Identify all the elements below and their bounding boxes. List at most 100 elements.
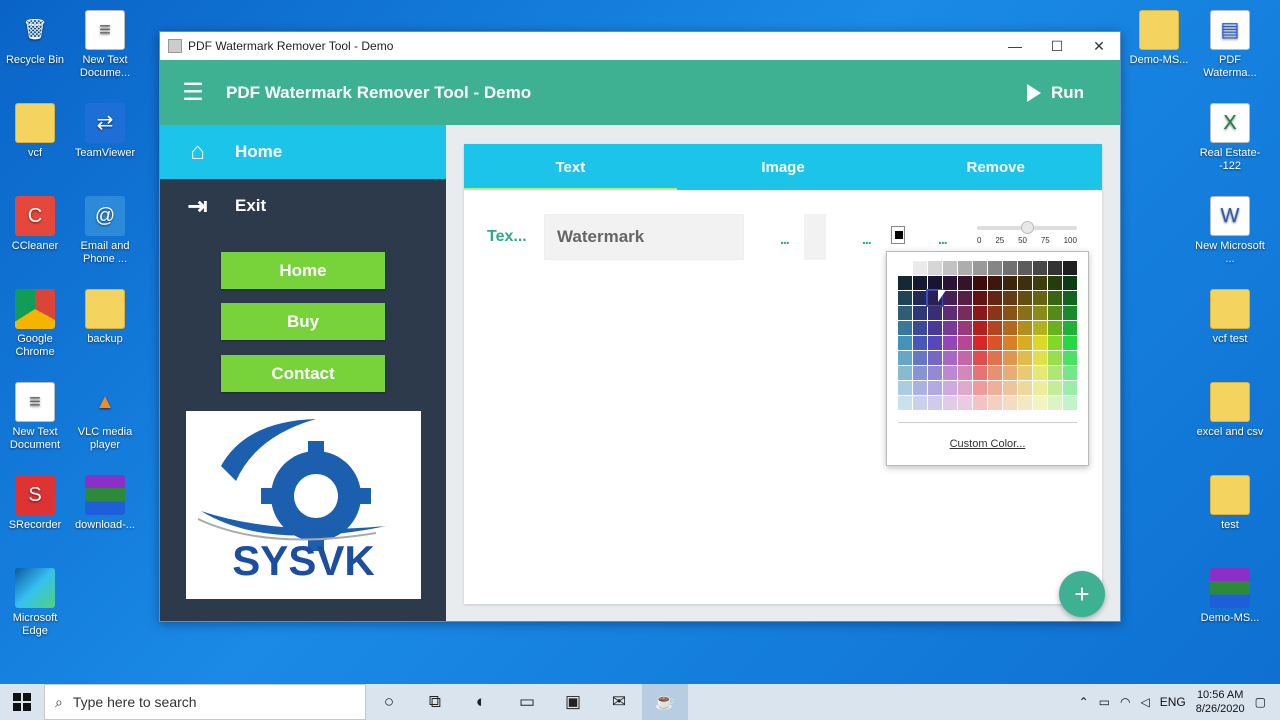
desktop-icon-srecorder[interactable]: S SRecorder: [0, 475, 70, 532]
color-swatch-cell[interactable]: [1018, 276, 1032, 290]
color-swatch-cell[interactable]: [1033, 306, 1047, 320]
color-swatch-cell[interactable]: [1003, 306, 1017, 320]
color-swatch-cell[interactable]: [1033, 321, 1047, 335]
color-swatch-cell[interactable]: [913, 336, 927, 350]
color-swatch-cell[interactable]: [898, 261, 912, 275]
mail-icon[interactable]: ✉: [596, 684, 642, 720]
color-swatch-cell[interactable]: [988, 366, 1002, 380]
color-swatch-cell[interactable]: [928, 396, 942, 410]
desktop-icon-real-estate[interactable]: X Real Estate--122: [1195, 103, 1265, 173]
color-swatch-cell[interactable]: [973, 306, 987, 320]
color-swatch-cell[interactable]: [898, 321, 912, 335]
file-explorer-icon[interactable]: ▭: [504, 684, 550, 720]
color-swatch-cell[interactable]: [898, 306, 912, 320]
color-swatch-cell[interactable]: [913, 366, 927, 380]
desktop-icon-vcf-test[interactable]: vcf test: [1195, 289, 1265, 346]
java-app-taskbar-icon[interactable]: ☕: [642, 684, 688, 720]
color-swatch-cell[interactable]: [1018, 261, 1032, 275]
color-swatch-cell[interactable]: [1018, 381, 1032, 395]
close-button[interactable]: ✕: [1078, 32, 1120, 60]
desktop-icon-pdf-watermark[interactable]: ▤ PDF Waterma...: [1195, 10, 1265, 80]
color-swatch-cell[interactable]: [988, 381, 1002, 395]
desktop-icon-demo-ms-folder[interactable]: Demo-MS...: [1124, 10, 1194, 67]
color-swatch-cell[interactable]: [943, 366, 957, 380]
color-swatch-cell[interactable]: [958, 291, 972, 305]
color-swatch-cell[interactable]: [943, 306, 957, 320]
color-swatch-cell[interactable]: [898, 366, 912, 380]
color-swatch-cell[interactable]: [943, 396, 957, 410]
color-swatch-cell[interactable]: [943, 276, 957, 290]
color-swatch-cell[interactable]: [898, 276, 912, 290]
color-swatch-cell[interactable]: [913, 306, 927, 320]
color-swatch-cell[interactable]: [1003, 351, 1017, 365]
desktop-icon-recycle-bin[interactable]: 🗑 Recycle Bin: [0, 10, 70, 67]
tab-remove[interactable]: Remove: [889, 144, 1102, 190]
color-swatch-cell[interactable]: [973, 321, 987, 335]
color-swatch-cell[interactable]: [1048, 396, 1062, 410]
color-swatch-cell[interactable]: [1063, 336, 1077, 350]
color-swatch-cell[interactable]: [1048, 306, 1062, 320]
color-swatch-cell[interactable]: [973, 366, 987, 380]
color-swatch-cell[interactable]: [1048, 291, 1062, 305]
language-indicator[interactable]: ENG: [1160, 695, 1186, 709]
desktop-icon-excel-csv[interactable]: excel and csv: [1195, 382, 1265, 439]
color-swatch-cell[interactable]: [913, 351, 927, 365]
color-swatch-cell[interactable]: [943, 321, 957, 335]
color-swatch-cell[interactable]: [913, 396, 927, 410]
desktop-icon-vlc[interactable]: ▲ VLC media player: [70, 382, 140, 452]
color-swatch-cell[interactable]: [1018, 336, 1032, 350]
color-swatch-cell[interactable]: [1003, 321, 1017, 335]
color-swatch-cell[interactable]: [928, 306, 942, 320]
color-swatch-cell[interactable]: [913, 321, 927, 335]
color-swatch-cell[interactable]: [958, 351, 972, 365]
color-swatch-cell[interactable]: [1033, 261, 1047, 275]
color-swatch-cell[interactable]: [1018, 321, 1032, 335]
color-swatch-cell[interactable]: [913, 291, 927, 305]
color-swatch-cell[interactable]: [898, 336, 912, 350]
desktop-icon-demo-ms-rar[interactable]: Demo-MS...: [1195, 568, 1265, 625]
minimize-button[interactable]: —: [994, 32, 1036, 60]
color-swatch-cell[interactable]: [1018, 306, 1032, 320]
speaker-icon[interactable]: ◁: [1140, 695, 1149, 709]
desktop-icon-chrome[interactable]: Google Chrome: [0, 289, 70, 359]
color-swatch-cell[interactable]: [1063, 291, 1077, 305]
desktop-icon-email-phone[interactable]: @ Email and Phone ...: [70, 196, 140, 266]
window-titlebar[interactable]: PDF Watermark Remover Tool - Demo — ☐ ✕: [160, 32, 1120, 60]
custom-color-link[interactable]: Custom Color...: [887, 438, 1088, 450]
notifications-icon[interactable]: ▢: [1255, 695, 1266, 709]
desktop-icon-download[interactable]: download-...: [70, 475, 140, 532]
chevron-up-icon[interactable]: ⌃: [1079, 695, 1089, 709]
font-preview-box[interactable]: [804, 214, 826, 260]
color-swatch-cell[interactable]: [1033, 351, 1047, 365]
style-options-button[interactable]: ...: [862, 231, 872, 247]
tab-image[interactable]: Image: [677, 144, 890, 190]
color-swatch-cell[interactable]: [973, 351, 987, 365]
color-swatch-cell[interactable]: [973, 291, 987, 305]
sidebar-item-exit[interactable]: ⇥ Exit: [160, 179, 446, 233]
color-swatch-cell[interactable]: [1003, 261, 1017, 275]
color-swatch-cell[interactable]: [1033, 276, 1047, 290]
color-swatch-cell[interactable]: [1018, 396, 1032, 410]
color-swatch-cell[interactable]: [943, 336, 957, 350]
desktop-icon-test[interactable]: test: [1195, 475, 1265, 532]
color-swatch-cell[interactable]: [1048, 366, 1062, 380]
color-swatch-cell[interactable]: [928, 321, 942, 335]
color-swatch-cell[interactable]: [973, 336, 987, 350]
color-swatch-cell[interactable]: [1003, 291, 1017, 305]
color-swatch-cell[interactable]: [958, 306, 972, 320]
start-button[interactable]: [0, 693, 44, 711]
color-swatch-cell[interactable]: [913, 261, 927, 275]
home-button[interactable]: Home: [221, 252, 385, 289]
color-swatch-cell[interactable]: [958, 261, 972, 275]
color-swatch-cell[interactable]: [1063, 306, 1077, 320]
color-swatch-cell[interactable]: [1063, 261, 1077, 275]
color-swatch-cell[interactable]: [1048, 321, 1062, 335]
color-swatch-cell[interactable]: [928, 276, 942, 290]
desktop-icon-new-microsoft[interactable]: W New Microsoft ...: [1195, 196, 1265, 266]
color-swatch-cell[interactable]: [988, 261, 1002, 275]
color-swatch-cell[interactable]: [898, 291, 912, 305]
color-swatch-cell[interactable]: [1048, 276, 1062, 290]
color-swatch-cell[interactable]: [1063, 366, 1077, 380]
color-swatch-cell[interactable]: [928, 366, 942, 380]
color-swatch-cell[interactable]: [1033, 396, 1047, 410]
